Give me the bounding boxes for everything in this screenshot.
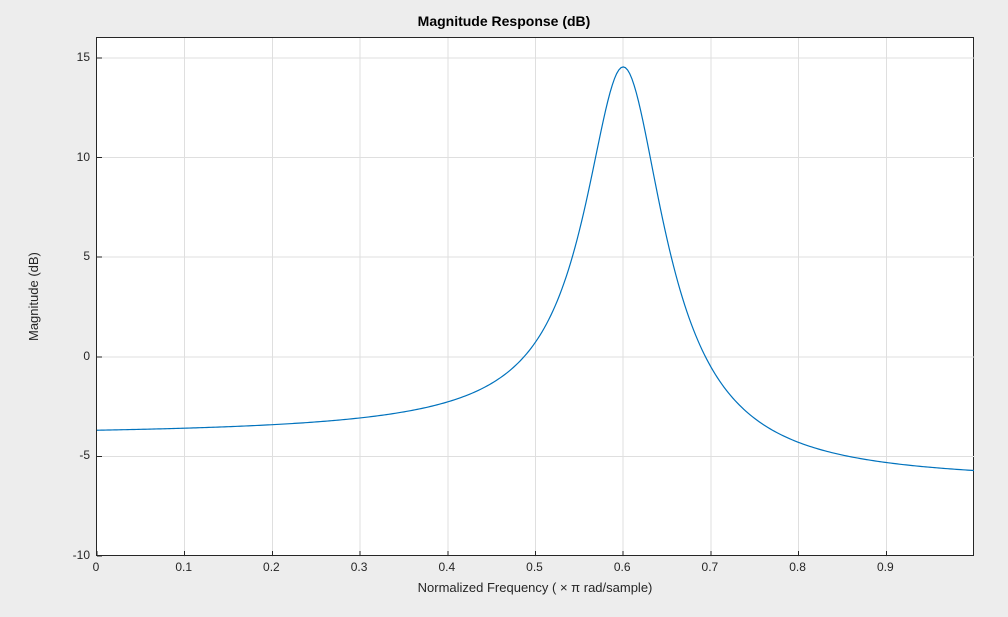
y-tick-label: 0	[64, 349, 90, 363]
y-tick-label: 5	[64, 249, 90, 263]
y-tick-label: -10	[64, 548, 90, 562]
x-tick-label: 0.5	[526, 560, 543, 574]
plot-svg	[97, 38, 975, 557]
y-tick-label: 15	[64, 50, 90, 64]
x-tick-label: 0.9	[877, 560, 894, 574]
x-tick-label: 0.6	[614, 560, 631, 574]
figure-window: Magnitude Response (dB) Normalized Frequ…	[0, 0, 1008, 617]
x-tick-label: 0.3	[351, 560, 368, 574]
y-axis-label: Magnitude (dB)	[26, 37, 41, 556]
x-tick-label: 0.1	[175, 560, 192, 574]
y-tick-label: -5	[64, 448, 90, 462]
x-axis-label: Normalized Frequency ( × π rad/sample)	[96, 580, 974, 595]
x-tick-label: 0.7	[702, 560, 719, 574]
y-tick-label: 10	[64, 150, 90, 164]
x-tick-label: 0.4	[438, 560, 455, 574]
x-tick-label: 0.2	[263, 560, 280, 574]
chart-title: Magnitude Response (dB)	[0, 13, 1008, 29]
x-tick-label: 0.8	[789, 560, 806, 574]
x-tick-label: 0	[93, 560, 100, 574]
axes-area	[96, 37, 974, 556]
